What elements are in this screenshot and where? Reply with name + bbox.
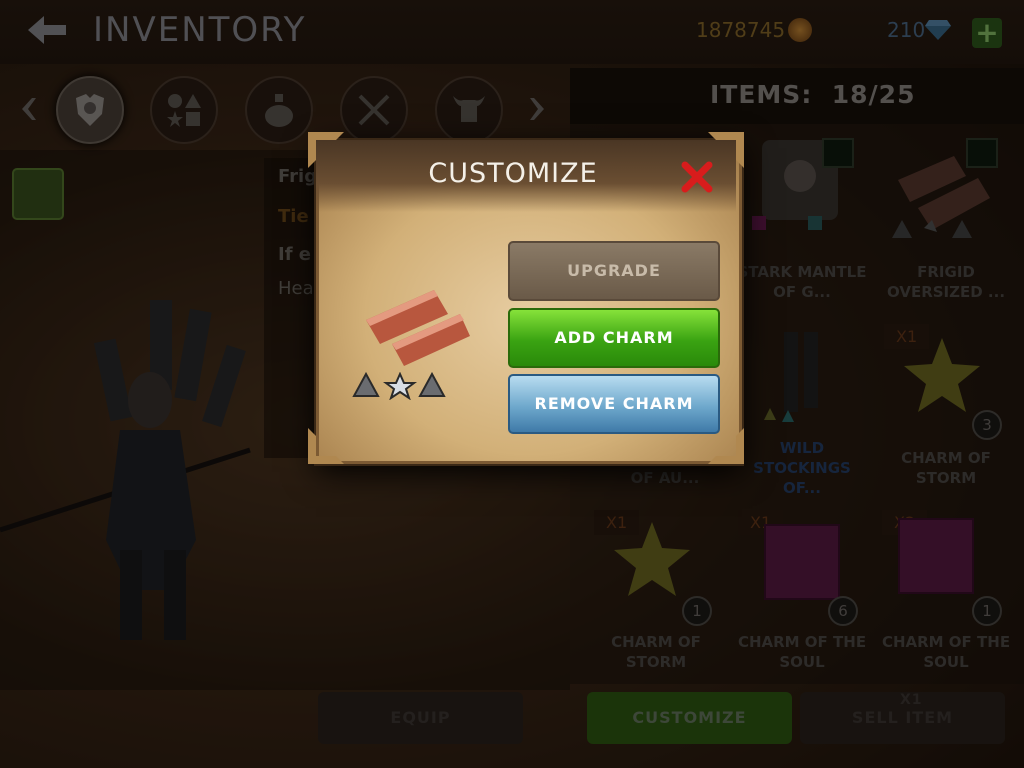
remove-charm-button[interactable]: REMOVE CHARM [508, 374, 720, 434]
upgrade-button[interactable]: UPGRADE [508, 241, 720, 301]
dialog-title: CUSTOMIZE [428, 158, 598, 189]
close-icon[interactable] [680, 160, 714, 194]
corner-ornament-icon [308, 428, 344, 464]
rank-stars-icon [352, 372, 446, 400]
frigid-gauntlet-image [366, 290, 470, 366]
add-charm-button[interactable]: ADD CHARM [508, 308, 720, 368]
